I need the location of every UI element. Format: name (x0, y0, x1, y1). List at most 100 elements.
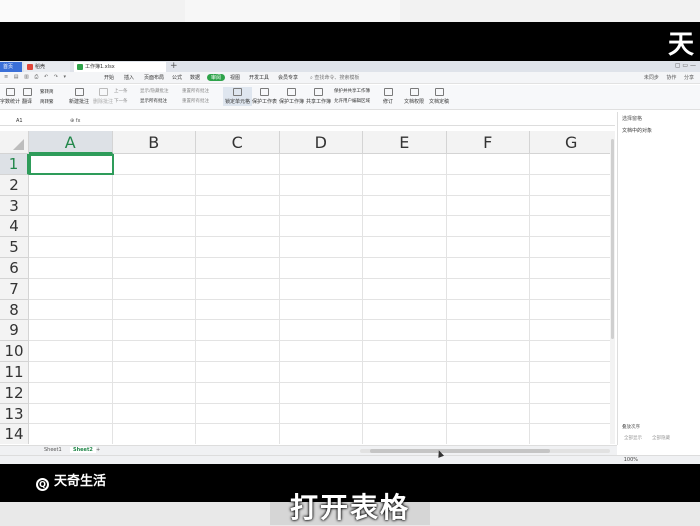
horizontal-scrollbar[interactable] (360, 449, 610, 453)
button-label: 修订 (383, 99, 394, 105)
command-search[interactable]: ⌕ 查找命令、搜索模板 (310, 74, 359, 81)
review-ribbon: 字数统计 翻译 繁转简 简转繁 新建批注 删除批注 上一条 下一条 显示/隐藏批… (0, 85, 700, 110)
share-icon (314, 88, 323, 96)
simp-to-trad-button[interactable]: 简转繁 (40, 99, 54, 105)
top-right-actions[interactable]: 未同步 协作 分享 (644, 74, 694, 81)
reset-comments-button-2[interactable]: 重置所有批注 (182, 98, 209, 104)
cell-grid[interactable]: A B C D E F G 1 2 3 4 5 6 7 8 9 10 11 12 13 14 (0, 131, 615, 444)
spreadsheet-icon (77, 63, 83, 70)
show-all-comments-button[interactable]: 显示所有批注 (140, 98, 167, 104)
translate-button[interactable]: 翻译 (22, 88, 32, 105)
desk-background (0, 0, 700, 22)
tab-label: 稻壳 (35, 64, 46, 70)
protect-sheet-button[interactable]: 保护工作表 (252, 88, 277, 105)
translate-icon (22, 88, 32, 96)
row-header-3[interactable]: 3 (0, 195, 29, 217)
tab-home[interactable]: 首页 (0, 62, 22, 72)
desk-paper (185, 0, 400, 22)
track-changes-button[interactable]: 修订 (383, 88, 393, 105)
menu-member[interactable]: 会员专享 (278, 74, 298, 81)
vertical-scrollbar[interactable] (610, 131, 615, 444)
lock-cells-button[interactable]: 锁定单元格 (223, 87, 253, 106)
word-count-button[interactable]: 字数统计 (0, 88, 20, 105)
fx-button[interactable]: ⊕ fx (70, 118, 81, 124)
sheet-tab[interactable]: Sheet1 (44, 447, 62, 453)
row-header-13[interactable]: 13 (0, 403, 29, 425)
menu-insert[interactable]: 插入 (124, 74, 134, 81)
row-header-2[interactable]: 2 (0, 174, 29, 196)
pane-header: 选择窗格 (622, 116, 643, 122)
row-header-8[interactable]: 8 (0, 299, 29, 321)
column-header-g[interactable]: G (530, 131, 614, 154)
row-header-14[interactable]: 14 (0, 424, 29, 444)
name-box[interactable]: A1 (16, 118, 23, 124)
lock-icon (233, 88, 242, 96)
scroll-thumb[interactable] (611, 139, 614, 339)
search-placeholder: 查找命令、搜索模板 (314, 75, 360, 81)
share-workbook-button[interactable]: 共享工作簿 (306, 88, 331, 105)
tab-workbook[interactable]: 工作簿1.xlsx (74, 62, 166, 72)
zoom-level[interactable]: 100% (624, 457, 638, 463)
button-label: 保护工作簿 (279, 99, 305, 105)
menu-review[interactable]: 审阅 (207, 74, 226, 81)
menu-formulas[interactable]: 公式 (172, 74, 182, 81)
button-label: 文档权限 (404, 99, 425, 105)
spreadsheet-app: 首页 稻壳 工作簿1.xlsx + ▢ ▭ — ≡ ▤ ▥ ⎙ ↶ ↷ ▾ 开始… (0, 61, 700, 464)
column-header-c[interactable]: C (196, 131, 280, 154)
row-header-10[interactable]: 10 (0, 341, 29, 362)
window-controls[interactable]: ▢ ▭ — (675, 62, 696, 69)
grid-line (29, 319, 615, 321)
row-header-12[interactable]: 12 (0, 382, 29, 404)
row-header-4[interactable]: 4 (0, 216, 29, 238)
toggle-comment-button[interactable]: 显示/隐藏批注 (140, 88, 169, 94)
column-header-a[interactable]: A (29, 131, 113, 154)
finalize-button[interactable]: 文档定稿 (429, 88, 449, 105)
allow-edit-ranges-button[interactable]: 允许用户编辑区域 (334, 98, 370, 104)
grid-line (29, 381, 615, 383)
row-header-9[interactable]: 9 (0, 320, 29, 342)
scroll-thumb[interactable] (370, 449, 550, 453)
menu-data[interactable]: 数据 (190, 74, 200, 81)
button-label: 保护工作表 (252, 99, 278, 105)
sheet-tab-active[interactable]: Sheet2 (70, 447, 96, 453)
new-tab-button[interactable]: + (170, 61, 178, 71)
prev-comment-button[interactable]: 上一条 (114, 88, 128, 94)
show-all-button[interactable]: 全部显示 (624, 435, 642, 441)
protect-workbook-button[interactable]: 保护工作簿 (279, 88, 304, 105)
row-header-5[interactable]: 5 (0, 237, 29, 258)
hide-all-button[interactable]: 全部隐藏 (652, 435, 670, 441)
protect-sheet-icon (260, 88, 269, 96)
comment-delete-icon (98, 88, 108, 96)
tab-label: 首页 (3, 64, 14, 70)
quick-access-toolbar[interactable]: ≡ ▤ ▥ ⎙ ↶ ↷ ▾ (4, 74, 68, 80)
button-label: 字数统计 (0, 99, 21, 105)
select-all-corner[interactable] (0, 131, 29, 154)
column-header-d[interactable]: D (279, 131, 363, 154)
tab-docer[interactable]: 稻壳 (24, 62, 70, 72)
column-header-f[interactable]: F (446, 131, 530, 154)
row-header-11[interactable]: 11 (0, 362, 29, 383)
menu-view[interactable]: 视图 (230, 74, 240, 81)
row-header-1[interactable]: 1 (0, 154, 29, 175)
row-header-6[interactable]: 6 (0, 258, 29, 279)
menu-developer[interactable]: 开发工具 (249, 74, 269, 81)
new-comment-button[interactable]: 新建批注 (69, 88, 89, 105)
column-header-b[interactable]: B (112, 131, 196, 154)
delete-comment-button[interactable]: 删除批注 (93, 88, 113, 105)
trad-to-simp-button[interactable]: 繁转简 (40, 89, 54, 95)
reset-comments-button[interactable]: 重置所有批注 (182, 88, 209, 94)
column-header-e[interactable]: E (363, 131, 447, 154)
video-caption: 打开表格 (289, 491, 410, 524)
doc-permission-button[interactable]: 文档权限 (404, 88, 424, 105)
add-sheet-button[interactable]: + (96, 447, 100, 453)
selection-pane: 选择窗格 文档中的对象 叠放次序 全部显示 全部隐藏 (617, 112, 700, 445)
button-label: 锁定单元格 (225, 99, 251, 105)
menu-home[interactable]: 开始 (104, 74, 114, 81)
menu-bar: ≡ ▤ ▥ ⎙ ↶ ↷ ▾ 开始 插入 页面布局 公式 数据 审阅 视图 开发工… (0, 72, 700, 84)
protect-share-button[interactable]: 保护并共享工作簿 (334, 88, 370, 94)
menu-page-layout[interactable]: 页面布局 (144, 74, 164, 81)
next-comment-button[interactable]: 下一条 (114, 98, 128, 104)
grid-line (29, 173, 615, 175)
row-header-7[interactable]: 7 (0, 278, 29, 300)
active-cell-a1[interactable] (29, 154, 114, 175)
